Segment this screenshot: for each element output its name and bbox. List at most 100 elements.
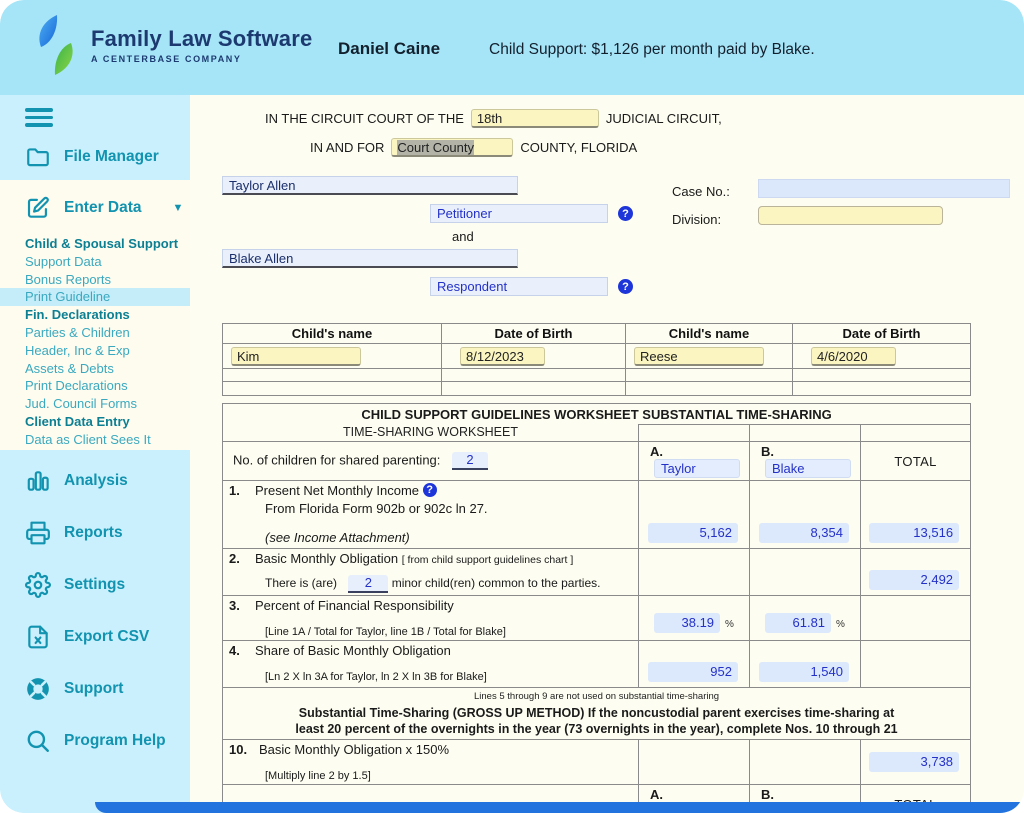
case-no-input[interactable] — [758, 179, 1010, 198]
line3-description-cell: 3.Percent of Financial Responsibility [L… — [223, 596, 639, 641]
worksheet-line-1: 1.Present Net Monthly Income ? From Flor… — [223, 481, 971, 549]
parent-a-name-input[interactable]: Taylor — [654, 459, 740, 478]
line1-title: Present Net Monthly Income — [255, 483, 419, 498]
and-label: and — [452, 229, 474, 244]
line-number: 10. — [229, 742, 259, 757]
respondent-name-input[interactable]: Blake Allen — [222, 249, 518, 268]
col-b-letter: B. — [761, 787, 774, 802]
petitioner-label-input[interactable]: Petitioner — [430, 204, 608, 223]
sidebar-item-settings[interactable]: Settings — [0, 570, 190, 600]
line2-sub-prefix: There is (are) — [265, 576, 337, 590]
sidebar-item-label: Export CSV — [64, 628, 149, 646]
line2-children-count-input[interactable]: 2 — [348, 575, 388, 593]
line4-formula-note: [Ln 2 X ln 3A for Taylor, ln 2 X ln 3B f… — [265, 671, 632, 683]
hamburger-menu-icon[interactable] — [25, 108, 53, 127]
sidebar-item-print-guideline[interactable]: Print Guideline — [0, 288, 190, 306]
col-a-letter: A. — [650, 787, 663, 802]
line1-value-a[interactable]: 5,162 — [648, 523, 738, 543]
line2-value-total[interactable]: 2,492 — [869, 570, 959, 590]
sidebar-item-support-data[interactable]: Support Data — [0, 253, 190, 271]
sidebar-item-label: Reports — [64, 524, 123, 542]
sidebar-item-label: File Manager — [64, 148, 159, 166]
shared-parenting-count-input[interactable]: 2 — [452, 452, 488, 470]
line1-value-total[interactable]: 13,516 — [869, 523, 959, 543]
folder-icon — [25, 144, 51, 170]
search-icon — [25, 728, 51, 754]
sidebar-item-program-help[interactable]: Program Help — [0, 726, 190, 756]
petitioner-name-input[interactable]: Taylor Allen — [222, 176, 518, 195]
line2-description-cell: 2.Basic Monthly Obligation [ from child … — [223, 549, 639, 596]
sidebar-item-data-as-client-sees-it[interactable]: Data as Client Sees It — [0, 431, 190, 449]
line10-value-total[interactable]: 3,738 — [869, 752, 959, 772]
child-dob-cell: 4/6/2020 — [793, 344, 971, 369]
line1-help-icon[interactable]: ? — [423, 483, 437, 497]
sidebar: File Manager Enter Data ▼ Child & Spousa… — [0, 95, 190, 813]
sidebar-item-file-manager[interactable]: File Manager — [0, 142, 190, 172]
petitioner-help-icon[interactable]: ? — [618, 206, 633, 221]
printer-icon — [25, 520, 51, 546]
shared-parenting-cell: No. of children for shared parenting: 2 — [223, 442, 639, 481]
children-table: Child's name Date of Birth Child's name … — [222, 323, 971, 396]
sidebar-item-parties-children[interactable]: Parties & Children — [0, 324, 190, 342]
sidebar-item-child-spousal-support[interactable]: Child & Spousal Support — [0, 235, 190, 253]
brand-subtitle: A CENTERBASE COMPANY — [91, 54, 312, 64]
brand-logo: Family Law Software A CENTERBASE COMPANY — [33, 14, 312, 76]
children-table-empty-row — [223, 382, 971, 396]
sidebar-item-assets-debts[interactable]: Assets & Debts — [0, 360, 190, 378]
sidebar-item-client-data-entry[interactable]: Client Data Entry — [0, 413, 190, 431]
sidebar-item-label: Settings — [64, 576, 125, 594]
bar-chart-icon — [25, 468, 51, 494]
court-line1-prefix: IN THE CIRCUIT COURT OF THE — [265, 111, 464, 126]
sidebar-item-reports[interactable]: Reports — [0, 518, 190, 548]
shared-parenting-label: No. of children for shared parenting: — [233, 452, 440, 467]
child-dob-input[interactable]: 8/12/2023 — [460, 347, 545, 366]
court-line1-suffix: JUDICIAL CIRCUIT, — [606, 111, 722, 126]
child-name-input[interactable]: Reese — [634, 347, 764, 366]
sidebar-item-analysis[interactable]: Analysis — [0, 466, 190, 496]
line2-title-note: [ from child support guidelines chart ] — [402, 554, 574, 566]
division-label: Division: — [672, 212, 721, 227]
line4-value-a[interactable]: 952 — [648, 662, 738, 682]
county-selected-text: Court County — [397, 140, 474, 155]
county-input[interactable]: Court County — [391, 138, 513, 157]
child-dob-input[interactable]: 4/6/2020 — [811, 347, 896, 366]
line1-income-attachment-note: (see Income Attachment) — [265, 530, 632, 545]
children-col-header: Date of Birth — [793, 324, 971, 344]
sidebar-item-fin-declarations[interactable]: Fin. Declarations — [0, 306, 190, 324]
sidebar-item-bonus-reports[interactable]: Bonus Reports — [0, 271, 190, 289]
worksheet-line-10: 10.Basic Monthly Obligation x 150% [Mult… — [223, 740, 971, 785]
judicial-circuit-input[interactable]: 18th — [471, 109, 599, 128]
line3-value-b[interactable]: 61.81 — [765, 613, 831, 633]
sidebar-item-support[interactable]: Support — [0, 674, 190, 704]
child-name-input[interactable]: Kim — [231, 347, 361, 366]
worksheet-subtitle: TIME-SHARING WORKSHEET — [223, 425, 639, 442]
sidebar-item-label: Enter Data — [64, 199, 142, 217]
court-header-line-2: IN AND FOR Court County COUNTY, FLORIDA — [310, 137, 637, 157]
line4-value-b[interactable]: 1,540 — [759, 662, 849, 682]
sidebar-item-print-declarations[interactable]: Print Declarations — [0, 377, 190, 395]
lines-5-9-note: Lines 5 through 9 are not used on substa… — [229, 691, 964, 702]
sidebar-top-section: File Manager — [0, 95, 190, 180]
sidebar-item-header-inc-exp[interactable]: Header, Inc & Exp — [0, 342, 190, 360]
respondent-label-input[interactable]: Respondent — [430, 277, 608, 296]
children-col-header: Child's name — [626, 324, 793, 344]
line-number: 4. — [229, 643, 255, 658]
children-col-header: Child's name — [223, 324, 442, 344]
sidebar-item-label: Program Help — [64, 732, 166, 750]
line3-value-a[interactable]: 38.19 — [654, 613, 720, 633]
division-input[interactable] — [758, 206, 943, 225]
line1-value-b[interactable]: 8,354 — [759, 523, 849, 543]
line4-description-cell: 4.Share of Basic Monthly Obligation [Ln … — [223, 641, 639, 688]
sidebar-item-enter-data[interactable]: Enter Data ▼ — [0, 193, 190, 223]
worksheet-line-3: 3.Percent of Financial Responsibility [L… — [223, 596, 971, 641]
sidebar-enter-data-section: Enter Data ▼ Child & Spousal Support Sup… — [0, 180, 190, 450]
shared-parenting-row: No. of children for shared parenting: 2 … — [223, 442, 971, 481]
sidebar-item-export-csv[interactable]: Export CSV — [0, 622, 190, 652]
parent-b-name-input[interactable]: Blake — [765, 459, 851, 478]
sidebar-bottom-section: Analysis Reports Settings — [0, 450, 190, 813]
respondent-help-icon[interactable]: ? — [618, 279, 633, 294]
line2-title: Basic Monthly Obligation — [255, 551, 398, 566]
sidebar-item-jud-council-forms[interactable]: Jud. Council Forms — [0, 395, 190, 413]
line-number: 3. — [229, 598, 255, 613]
case-no-label: Case No.: — [672, 184, 730, 199]
